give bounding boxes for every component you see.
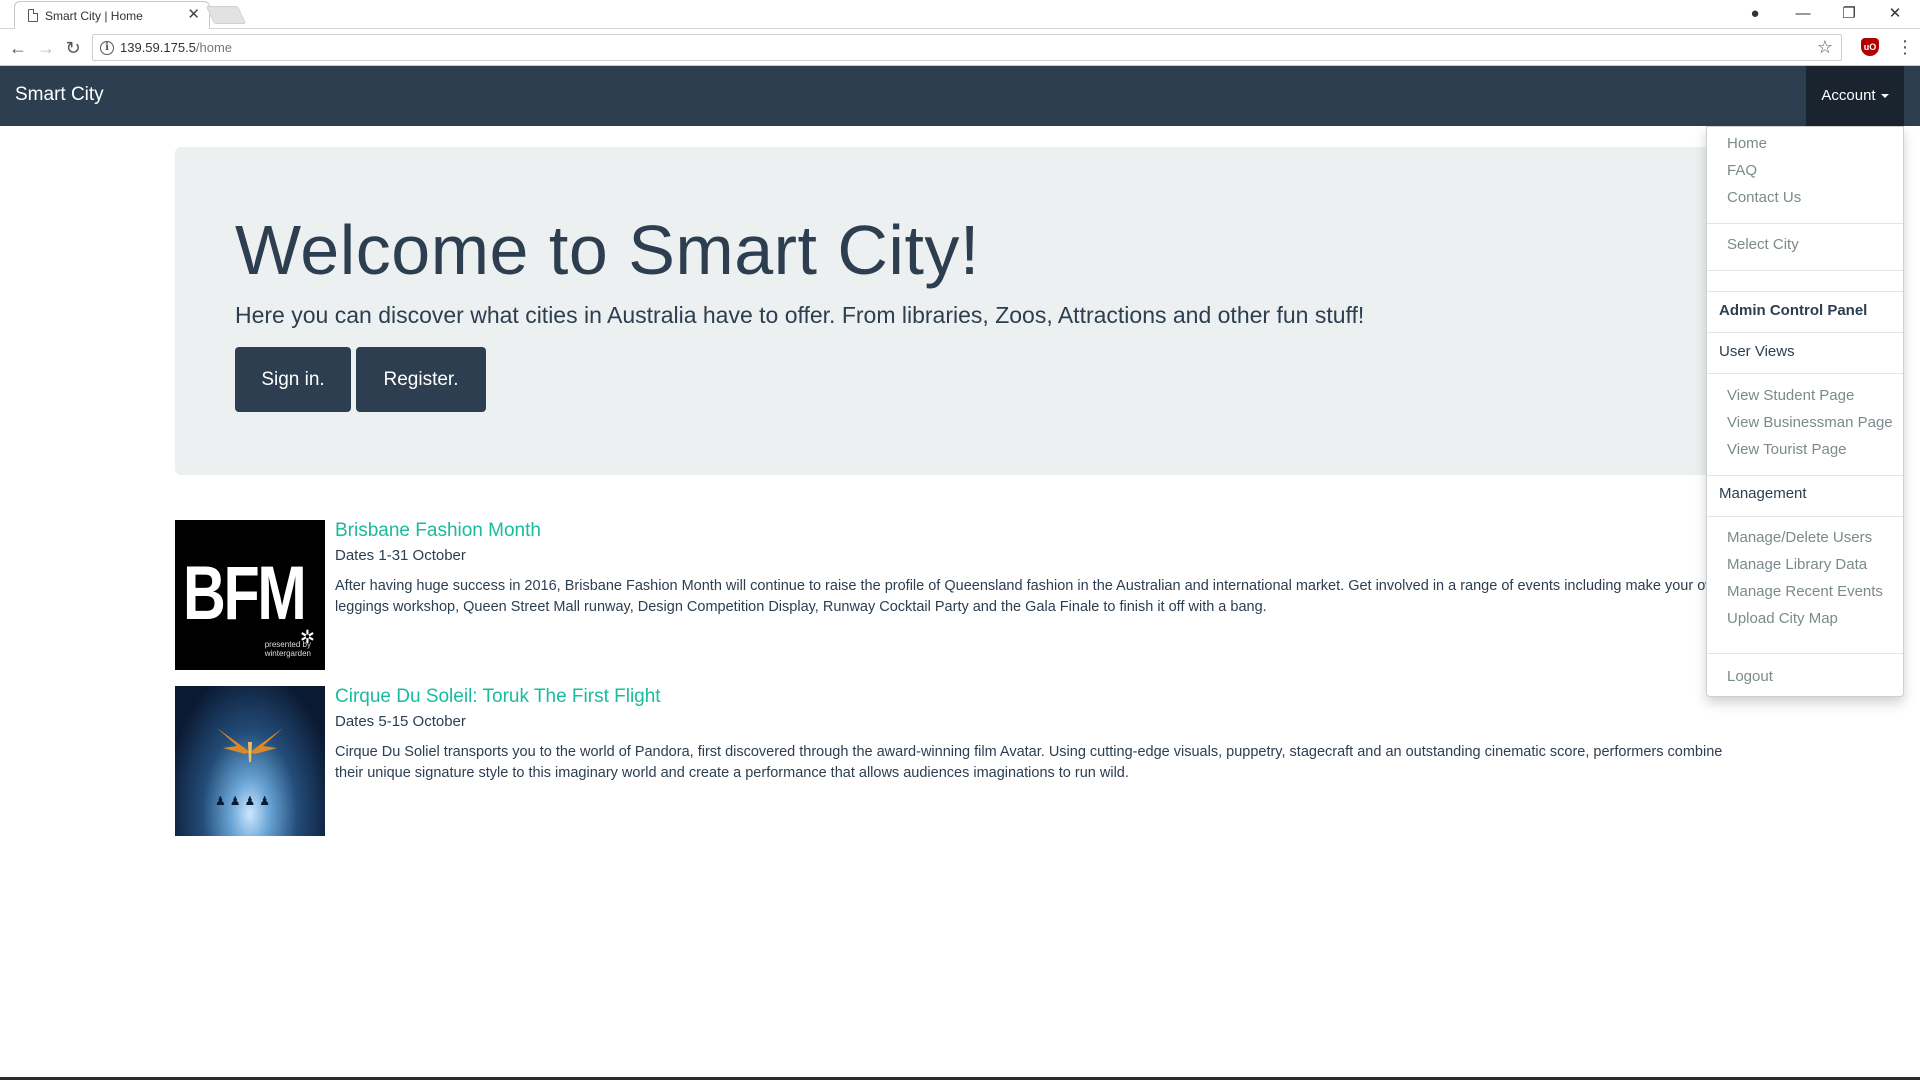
restore-icon[interactable]: ❐ — [1834, 3, 1864, 25]
address-bar[interactable]: i 139.59.175.5/home ☆ — [92, 34, 1842, 61]
menu-divider — [1707, 373, 1903, 374]
event-thumbnail-bfm: BFM ✲ presented by wintergarden — [175, 520, 325, 670]
url-text: 139.59.175.5/home — [120, 40, 232, 55]
bfm-sponsor-text: presented by wintergarden — [265, 640, 311, 658]
hero-jumbotron: Welcome to Smart City! Here you can disc… — [175, 147, 1745, 475]
menu-header-user-views: User Views — [1719, 343, 1795, 360]
menu-item-view-tourist[interactable]: View Tourist Page — [1727, 441, 1847, 458]
minimize-icon[interactable]: — — [1788, 3, 1818, 25]
bfm-presented-by: presented by — [264, 640, 311, 649]
profile-icon[interactable]: ● — [1740, 3, 1770, 25]
brand-link[interactable]: Smart City — [15, 84, 104, 106]
menu-divider — [1707, 516, 1903, 517]
back-icon[interactable]: ← — [5, 35, 31, 61]
menu-divider — [1707, 475, 1903, 476]
site-navbar: Smart City Account — [0, 66, 1920, 126]
hero-lead: Here you can discover what cities in Aus… — [235, 302, 1365, 328]
event-description: After having huge success in 2016, Brisb… — [335, 578, 1724, 615]
menu-header-management: Management — [1719, 485, 1807, 502]
event-thumbnail-cirque: ♟♟♟♟ — [175, 686, 325, 836]
url-host: 139.59.175.5 — [120, 40, 196, 55]
menu-item-faq[interactable]: FAQ — [1727, 162, 1757, 179]
event-item: BFM ✲ presented by wintergarden Brisbane … — [175, 520, 1735, 672]
menu-item-view-businessman[interactable]: View Businessman Page — [1727, 414, 1893, 431]
url-path: /home — [195, 40, 233, 55]
new-tab-button[interactable] — [205, 6, 247, 24]
menu-header-admin: Admin Control Panel — [1719, 302, 1868, 319]
menu-item-manage-users[interactable]: Manage/Delete Users — [1727, 529, 1872, 546]
browser-toolbar: ← → ↻ i 139.59.175.5/home ☆ uO ⋮ — [0, 30, 1920, 66]
event-dates: Dates 5-15 October — [335, 713, 466, 730]
menu-divider — [1707, 332, 1903, 333]
event-dates: Dates 1-31 October — [335, 547, 466, 564]
forward-icon[interactable]: → — [33, 35, 59, 61]
menu-item-upload-map[interactable]: Upload City Map — [1727, 610, 1838, 627]
menu-item-home[interactable]: Home — [1727, 135, 1767, 152]
menu-item-contact[interactable]: Contact Us — [1727, 189, 1801, 206]
window-close-icon[interactable]: ✕ — [1880, 3, 1910, 25]
account-dropdown-menu: Home FAQ Contact Us Select City Admin Co… — [1706, 126, 1904, 697]
menu-item-manage-library[interactable]: Manage Library Data — [1727, 556, 1867, 573]
menu-item-view-student[interactable]: View Student Page — [1727, 387, 1854, 404]
menu-item-manage-events[interactable]: Manage Recent Events — [1727, 583, 1883, 600]
sign-in-button[interactable]: Sign in. — [235, 347, 351, 412]
ublock-extension-icon[interactable]: uO — [1861, 38, 1879, 56]
event-item: ♟♟♟♟ Cirque Du Soleil: Toruk The First F… — [175, 686, 1735, 838]
menu-divider — [1707, 653, 1903, 654]
browser-tab-bar: Smart City | Home ✕ ● — ❐ ✕ — [0, 0, 1920, 29]
performer-silhouettes: ♟♟♟♟ — [215, 794, 275, 808]
account-label: Account — [1821, 87, 1876, 104]
page-icon — [28, 9, 38, 22]
event-title-link[interactable]: Cirque Du Soleil: Toruk The First Flight — [335, 686, 661, 708]
menu-divider — [1707, 291, 1903, 292]
event-description: Cirque Du Soliel transports you to the w… — [335, 744, 1723, 781]
hero-title: Welcome to Smart City! — [235, 211, 980, 289]
event-title-link[interactable]: Brisbane Fashion Month — [335, 520, 541, 542]
reload-icon[interactable]: ↻ — [60, 35, 86, 61]
tab-title: Smart City | Home — [45, 9, 143, 23]
bfm-logo-text: BFM — [183, 551, 307, 636]
register-button[interactable]: Register. — [356, 347, 486, 412]
bookmark-star-icon[interactable]: ☆ — [1817, 37, 1833, 58]
bfm-sponsor: wintergarden — [264, 649, 311, 658]
menu-divider — [1707, 223, 1903, 224]
menu-item-logout[interactable]: Logout — [1727, 668, 1773, 685]
info-icon[interactable]: i — [100, 41, 114, 55]
menu-divider — [1707, 270, 1903, 271]
account-dropdown-toggle[interactable]: Account — [1806, 66, 1904, 126]
tab-close-icon[interactable]: ✕ — [187, 6, 200, 24]
caret-down-icon — [1880, 94, 1889, 99]
toruk-bird-image — [217, 728, 283, 762]
browser-tab[interactable]: Smart City | Home ✕ — [14, 1, 210, 29]
menu-item-select-city[interactable]: Select City — [1727, 236, 1799, 253]
browser-menu-icon[interactable]: ⋮ — [1896, 36, 1914, 58]
